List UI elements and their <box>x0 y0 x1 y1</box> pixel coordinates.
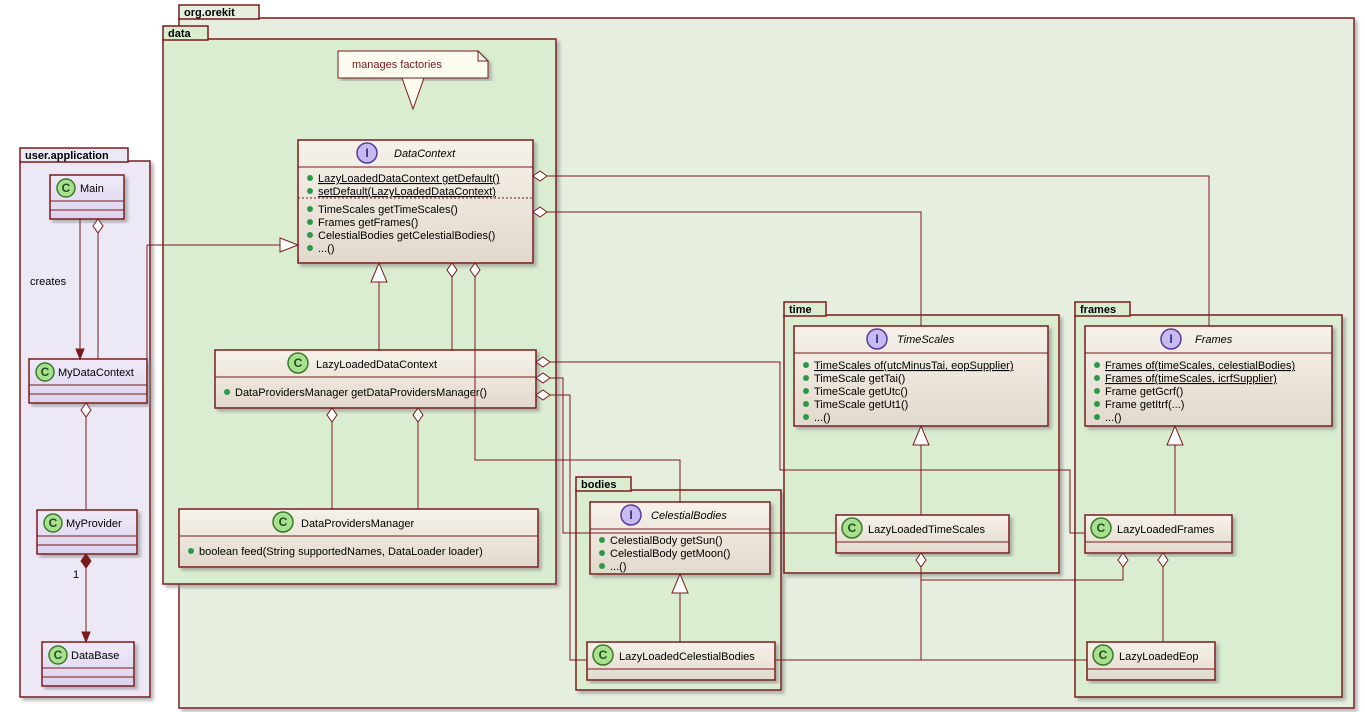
svg-text:creates: creates <box>30 276 67 288</box>
package-label: time <box>789 304 812 316</box>
svg-text:1: 1 <box>73 569 79 581</box>
note-text: manages factories <box>352 59 442 71</box>
package-label: data <box>168 28 192 40</box>
class-name: MyDataContext <box>58 367 134 379</box>
class-name: LazyLoadedDataContext <box>316 359 437 371</box>
class-name: DataProvidersManager <box>301 518 414 530</box>
svg-text:Frame getItrf(...): Frame getItrf(...) <box>1105 399 1184 411</box>
class-lazyloadedcelestialbodies: C LazyLoadedCelestialBodies <box>587 642 775 680</box>
class-lazyloadedtimescales: C LazyLoadedTimeScales <box>836 515 1009 553</box>
class-mydatacontext: C MyDataContext <box>29 359 147 403</box>
package-data: data <box>163 26 556 584</box>
package-label: frames <box>1080 304 1116 316</box>
svg-text:CelestialBodies getCelestialBo: CelestialBodies getCelestialBodies() <box>318 230 495 242</box>
svg-text:C: C <box>1099 648 1108 662</box>
class-lazyloadedframes: C LazyLoadedFrames <box>1085 515 1232 553</box>
class-database: C DataBase <box>42 642 134 686</box>
class-dataprovidersmanager: C DataProvidersManager boolean feed(Stri… <box>179 509 538 567</box>
class-name: DataContext <box>394 148 456 160</box>
class-name: LazyLoadedTimeScales <box>868 524 985 536</box>
package-label: user.application <box>25 150 109 162</box>
svg-text:C: C <box>279 515 288 529</box>
svg-text:C: C <box>294 356 303 370</box>
svg-text:C: C <box>62 181 71 195</box>
interface-frames: I Frames Frames of(timeScales, celestial… <box>1085 326 1332 426</box>
svg-text:I: I <box>629 508 632 522</box>
svg-text:C: C <box>41 365 50 379</box>
svg-text:CelestialBody getSun(): CelestialBody getSun() <box>610 535 723 547</box>
svg-text:setDefault(LazyLoadedDataConte: setDefault(LazyLoadedDataContext) <box>318 186 496 198</box>
svg-text:TimeScale getUtc(): TimeScale getUtc() <box>814 386 908 398</box>
svg-text:C: C <box>599 648 608 662</box>
svg-text:...(): ...() <box>610 561 627 573</box>
svg-text:CelestialBody getMoon(): CelestialBody getMoon() <box>610 548 730 560</box>
svg-text:boolean feed(String supportedN: boolean feed(String supportedNames, Data… <box>199 546 483 558</box>
class-lazyloadedeop: C LazyLoadedEop <box>1087 642 1215 680</box>
svg-text:I: I <box>1169 332 1172 346</box>
svg-text:...(): ...() <box>1105 412 1122 424</box>
svg-text:TimeScale getUt1(): TimeScale getUt1() <box>814 399 908 411</box>
package-label: org.orekit <box>184 7 235 19</box>
svg-text:LazyLoadedDataContext getDefau: LazyLoadedDataContext getDefault() <box>318 173 500 185</box>
svg-text:DataProvidersManager getDataPr: DataProvidersManager getDataProvidersMan… <box>235 387 487 399</box>
svg-text:...(): ...() <box>318 243 335 255</box>
svg-text:I: I <box>875 332 878 346</box>
svg-text:TimeScale getTai(): TimeScale getTai() <box>814 373 905 385</box>
class-name: LazyLoadedEop <box>1119 651 1199 663</box>
interface-timescales: I TimeScales TimeScales of(utcMinusTai, … <box>794 326 1048 426</box>
class-myprovider: C MyProvider <box>37 510 137 554</box>
svg-text:Frames of(timeScales, celestia: Frames of(timeScales, celestialBodies) <box>1105 360 1295 372</box>
svg-text:TimeScales getTimeScales(): TimeScales getTimeScales() <box>318 204 458 216</box>
svg-text:C: C <box>54 648 63 662</box>
interface-celestialbodies: I CelestialBodies CelestialBody getSun()… <box>590 502 770 574</box>
svg-text:Frames of(timeScales, icrfSupp: Frames of(timeScales, icrfSupplier) <box>1105 373 1277 385</box>
class-name: Frames <box>1195 334 1233 346</box>
class-name: LazyLoadedFrames <box>1117 524 1215 536</box>
svg-text:Frame getGcrf(): Frame getGcrf() <box>1105 386 1183 398</box>
class-name: MyProvider <box>66 518 122 530</box>
svg-text:C: C <box>848 521 857 535</box>
class-name: Main <box>80 183 104 195</box>
class-name: LazyLoadedCelestialBodies <box>619 651 755 663</box>
svg-text:...(): ...() <box>814 412 831 424</box>
class-lazyloadeddatacontext: C LazyLoadedDataContext DataProvidersMan… <box>215 350 536 408</box>
package-label: bodies <box>581 479 616 491</box>
svg-text:I: I <box>365 146 368 160</box>
package-user-application: user.application <box>20 148 150 697</box>
svg-text:TimeScales of(utcMinusTai, eop: TimeScales of(utcMinusTai, eopSupplier) <box>814 360 1014 372</box>
class-main: C Main <box>50 175 124 219</box>
svg-text:C: C <box>1097 521 1106 535</box>
svg-text:Frames getFrames(): Frames getFrames() <box>318 217 418 229</box>
class-name: TimeScales <box>897 334 955 346</box>
class-name: DataBase <box>71 650 119 662</box>
interface-datacontext: I DataContext LazyLoadedDataContext getD… <box>298 140 533 263</box>
svg-text:C: C <box>49 516 58 530</box>
class-name: CelestialBodies <box>651 510 727 522</box>
